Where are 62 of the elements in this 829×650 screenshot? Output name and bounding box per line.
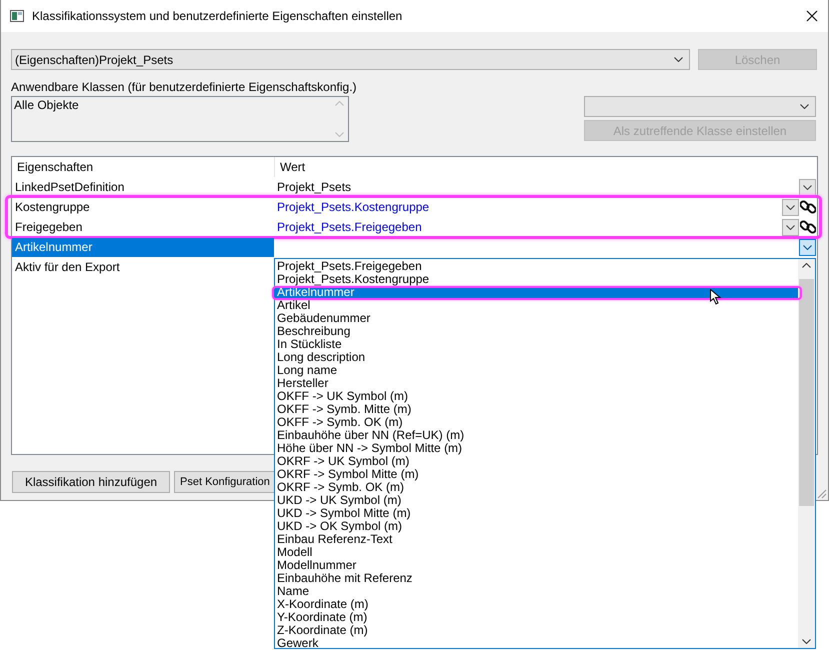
list-option[interactable]: Hersteller bbox=[275, 377, 798, 390]
mouse-cursor-icon bbox=[710, 289, 722, 305]
list-option[interactable]: Projekt_Psets.Kostengruppe bbox=[275, 273, 798, 286]
chevron-icon bbox=[674, 57, 683, 62]
chevron-icon bbox=[803, 184, 812, 190]
list-option[interactable]: Gewerk bbox=[275, 637, 798, 650]
property-name[interactable]: Freigegeben bbox=[12, 218, 274, 236]
dropdown-button[interactable] bbox=[799, 238, 816, 256]
list-option[interactable]: Artikel bbox=[275, 299, 798, 312]
property-value[interactable]: Projekt_Psets.Freigegeben bbox=[274, 220, 782, 234]
scroll-up-icon[interactable] bbox=[802, 263, 811, 268]
list-option[interactable]: In Stückliste bbox=[275, 338, 798, 351]
action-button[interactable]: Klassifikation hinzufügen bbox=[12, 471, 170, 493]
pset-dropdown[interactable]: (Eigenschaften)Projekt_Psets bbox=[11, 49, 690, 70]
list-option[interactable]: OKRF -> UK Symbol (m) bbox=[275, 455, 798, 468]
list-option[interactable]: Höhe über NN -> Symbol Mitte (m) bbox=[275, 442, 798, 455]
column-header[interactable]: Wert bbox=[274, 157, 306, 177]
list-option[interactable]: UKD -> Symbol Mitte (m) bbox=[275, 507, 798, 520]
dropdown-button[interactable] bbox=[782, 198, 799, 216]
list-option[interactable]: X-Koordinate (m) bbox=[275, 598, 798, 611]
chevron-icon bbox=[800, 104, 809, 109]
chevron-icon bbox=[786, 224, 795, 230]
list-option[interactable]: Gebäudenummer bbox=[275, 312, 798, 325]
column-header[interactable]: Eigenschaften bbox=[12, 160, 274, 174]
list-option[interactable]: Einbauhöhe mit Referenz bbox=[275, 572, 798, 585]
close-icon[interactable] bbox=[806, 10, 818, 22]
classes-list[interactable]: Alle Objekte bbox=[11, 96, 349, 142]
window-icon bbox=[10, 10, 24, 22]
list-option[interactable]: OKFF -> Symb. Mitte (m) bbox=[275, 403, 798, 416]
property-name[interactable]: LinkedPsetDefinition bbox=[12, 178, 274, 196]
chevron-icon bbox=[786, 204, 795, 210]
list-option[interactable]: Beschreibung bbox=[275, 325, 798, 338]
window-title: Klassifikationssystem und benutzerdefinierte Eigenschaften einstellen bbox=[32, 9, 404, 23]
list-option[interactable]: OKFF -> Symb. OK (m) bbox=[275, 416, 798, 429]
list-option[interactable]: Projekt_Psets.Freigegeben bbox=[275, 260, 798, 273]
list-option[interactable]: OKFF -> UK Symbol (m) bbox=[275, 390, 798, 403]
chevron-icon bbox=[803, 244, 812, 250]
list-option[interactable]: Einbauhöhe über NN (Ref=UK) (m) bbox=[275, 429, 798, 442]
list-option[interactable]: Z-Koordinate (m) bbox=[275, 624, 798, 637]
list-option[interactable]: UKD -> OK Symbol (m) bbox=[275, 520, 798, 533]
list-option[interactable]: Long description bbox=[275, 351, 798, 364]
list-option[interactable]: Long name bbox=[275, 364, 798, 377]
resize-grip-icon[interactable] bbox=[816, 488, 827, 499]
list-item[interactable]: Alle Objekte bbox=[14, 98, 329, 112]
chain-link-icon[interactable] bbox=[800, 199, 816, 215]
property-value[interactable]: Projekt_Psets bbox=[274, 180, 799, 194]
list-option[interactable]: Y-Koordinate (m) bbox=[275, 611, 798, 624]
property-name[interactable]: Kostengruppe bbox=[12, 198, 274, 216]
dropdown-button[interactable] bbox=[799, 178, 816, 196]
property-value[interactable]: Projekt_Psets.Kostengruppe bbox=[274, 200, 782, 214]
chain-link-icon[interactable] bbox=[800, 219, 816, 235]
list-option[interactable]: Modellnummer bbox=[275, 559, 798, 572]
classes-label: Anwendbare Klassen (für benutzerdefinierte Eigenschaftskonfig.) bbox=[11, 81, 357, 96]
list-option[interactable]: Modell bbox=[275, 546, 798, 559]
property-name[interactable]: Artikelnummer bbox=[12, 238, 274, 256]
property-name[interactable]: Aktiv für den Export bbox=[12, 258, 274, 276]
list-option[interactable]: Einbau Referenz-Text bbox=[275, 533, 798, 546]
list-option[interactable]: UKD -> UK Symbol (m) bbox=[275, 494, 798, 507]
dropdown-button[interactable] bbox=[782, 218, 799, 236]
scrollbar[interactable] bbox=[798, 259, 815, 648]
list-option[interactable]: Name bbox=[275, 585, 798, 598]
scroll-down-icon[interactable] bbox=[802, 639, 811, 644]
